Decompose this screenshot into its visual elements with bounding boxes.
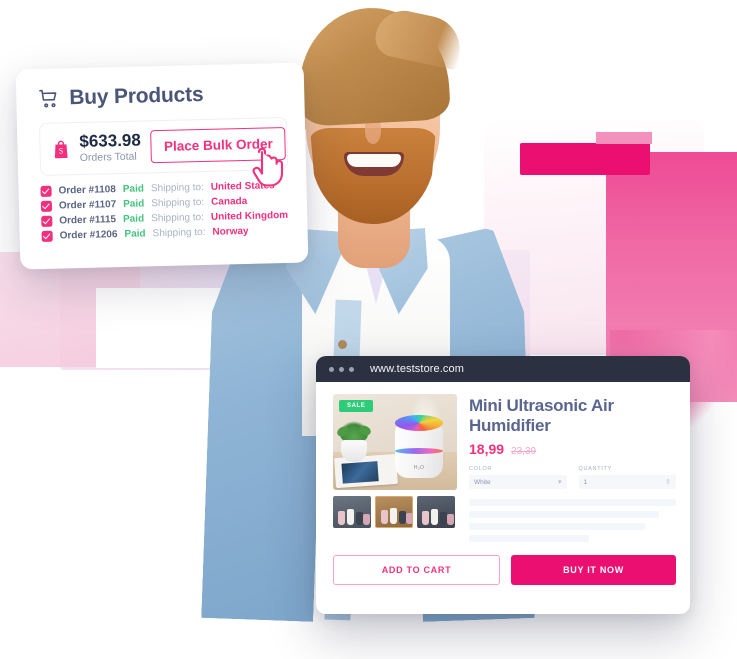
decorative-pink-bar-secondary	[596, 132, 652, 144]
product-options: COLOR White ▾ QUANTITY 1 ⇳	[469, 466, 676, 490]
shipping-label: Shipping to:	[152, 226, 206, 240]
humidifier-brand-mark: H₂O	[413, 465, 425, 471]
color-option-label: COLOR	[469, 466, 493, 473]
shipping-country: United Kingdom	[210, 209, 289, 223]
humidifier-light-ring	[395, 448, 443, 454]
quantity-option: QUANTITY 1 ⇳	[578, 466, 676, 490]
shopify-bag-icon: S	[52, 139, 69, 159]
order-checkbox[interactable]	[41, 215, 53, 227]
product-page-body: H₂O SALE Mini Ultrasonic Air Humidifier …	[316, 382, 690, 547]
status-badge: Paid	[122, 183, 145, 195]
product-compare-at-price: 23,39	[511, 446, 537, 458]
color-select-value: White	[474, 478, 491, 486]
quantity-option-label: QUANTITY	[578, 466, 612, 473]
quantity-value: 1	[583, 478, 588, 486]
status-badge: Paid	[124, 228, 146, 240]
product-details: Mini Ultrasonic Air Humidifier 18,99 23,…	[469, 394, 676, 547]
stepper-arrows-icon: ⇳	[665, 479, 671, 487]
orders-total-text: $633.98 Orders Total	[79, 130, 142, 164]
product-thumbnail[interactable]	[333, 496, 371, 528]
order-id: Order #1115	[59, 214, 117, 227]
quantity-stepper[interactable]: 1 ⇳	[578, 475, 676, 490]
shipping-label: Shipping to:	[150, 181, 204, 195]
product-thumbnail[interactable]	[417, 496, 455, 528]
status-badge: Paid	[123, 198, 145, 210]
order-id: Order #1108	[58, 184, 116, 197]
shirt-button	[338, 340, 347, 349]
window-dot-icon[interactable]	[349, 366, 354, 372]
product-gallery: H₂O SALE	[333, 394, 457, 547]
orders-list: Order #1108 Paid Shipping to: United Sta…	[40, 180, 289, 242]
skeleton-line	[469, 523, 645, 531]
buy-it-now-button[interactable]: BUY IT NOW	[511, 555, 676, 586]
buy-products-header: Buy Products	[38, 81, 287, 111]
chevron-down-icon: ▾	[557, 479, 562, 487]
pointing-hand-cursor-icon	[246, 146, 286, 188]
skeleton-line	[469, 511, 660, 519]
order-id: Order #1107	[58, 199, 117, 212]
shipping-label: Shipping to:	[151, 196, 205, 210]
page-title: Buy Products	[69, 82, 204, 110]
browser-title-bar: www.teststore.com	[316, 356, 690, 382]
svg-text:S: S	[59, 146, 64, 155]
orders-total-amount: $633.98	[79, 130, 142, 152]
add-to-cart-button[interactable]: ADD TO CART	[333, 555, 500, 586]
humidifier-body: H₂O	[395, 415, 443, 478]
humidifier-rgb-lid	[395, 415, 443, 431]
order-checkbox[interactable]	[40, 185, 52, 197]
list-item[interactable]: Order #1115 Paid Shipping to: United Kin…	[41, 210, 289, 227]
store-browser-window: www.teststore.com H₂O SALE Mini Ultrason…	[316, 356, 690, 614]
shipping-label: Shipping to:	[150, 211, 205, 225]
shipping-country: Canada	[210, 195, 248, 208]
order-checkbox[interactable]	[41, 230, 53, 242]
plant-pot	[341, 440, 367, 462]
shopping-cart-icon	[38, 87, 61, 110]
product-price-row: 18,99 23,39	[469, 441, 676, 457]
skeleton-line	[469, 499, 676, 507]
sale-badge: SALE	[339, 400, 374, 412]
magazine-prop	[334, 453, 398, 489]
shipping-country: Norway	[212, 225, 249, 238]
thumbnail-strip	[333, 496, 457, 528]
decorative-pink-bar	[520, 143, 650, 175]
product-actions: ADD TO CART BUY IT NOW	[316, 547, 690, 597]
person-mouth	[344, 152, 404, 176]
product-price: 18,99	[469, 441, 505, 458]
list-item[interactable]: Order #1107 Paid Shipping to: Canada	[40, 195, 289, 212]
product-hero-image[interactable]: H₂O SALE	[333, 394, 457, 490]
window-dot-icon[interactable]	[329, 366, 334, 372]
order-id: Order #1206	[59, 229, 118, 242]
product-title: Mini Ultrasonic Air Humidifier	[469, 396, 614, 435]
skeleton-line	[469, 535, 590, 543]
description-placeholder	[469, 499, 676, 543]
order-checkbox[interactable]	[40, 200, 53, 212]
product-thumbnail[interactable]	[375, 496, 413, 528]
orders-total-label: Orders Total	[79, 150, 137, 164]
address-bar-url[interactable]: www.teststore.com	[370, 363, 464, 375]
list-item[interactable]: Order #1206 Paid Shipping to: Norway	[41, 225, 290, 242]
window-dot-icon[interactable]	[339, 366, 344, 372]
color-option: COLOR White ▾	[469, 466, 567, 490]
status-badge: Paid	[122, 213, 145, 225]
composition-stage: Buy Products S $633.98 Orders Total Plac…	[0, 0, 737, 659]
color-select[interactable]: White ▾	[469, 475, 567, 490]
